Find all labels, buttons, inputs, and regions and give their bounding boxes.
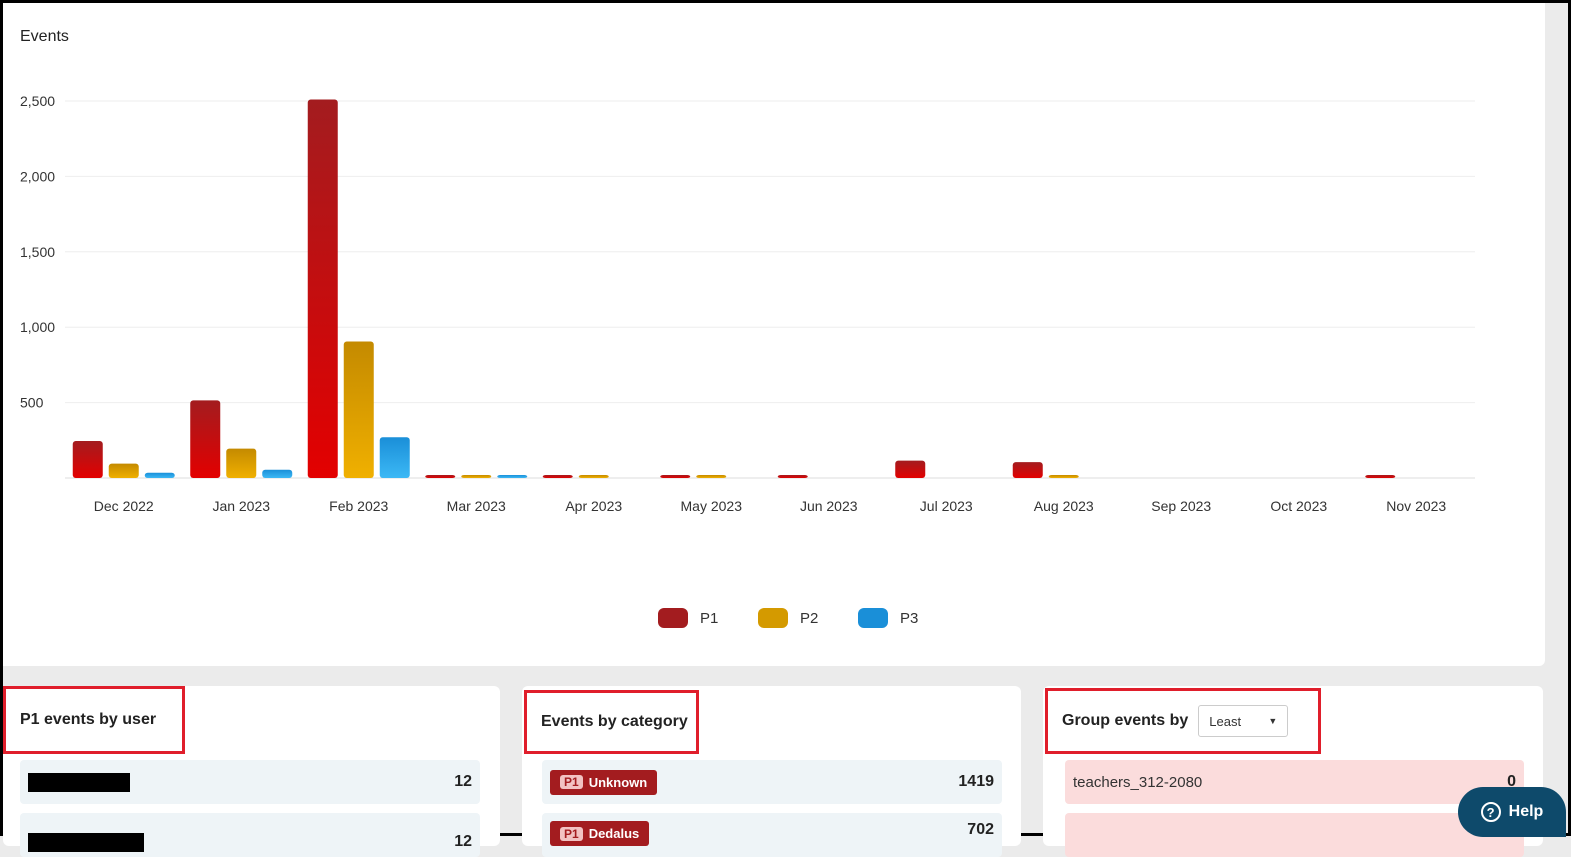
y-tick-label: 1,000: [20, 319, 55, 335]
bar-p1: [307, 99, 338, 478]
user-event-count: 12: [454, 773, 472, 790]
events-by-category-card: Events by category P1 Unknown 1419 P1 De…: [522, 686, 1021, 857]
bar-p2: [108, 463, 139, 478]
x-tick-label: Feb 2023: [329, 498, 388, 514]
events-bar-chart: 500 1,000 1,500 2,000 2,500 Dec 2022 Jan 2023 F…: [20, 93, 1475, 628]
bar-p2: [1048, 475, 1079, 478]
x-tick-label: Aug 2023: [1034, 498, 1094, 514]
x-tick-label: Apr 2023: [565, 498, 622, 514]
p1-events-by-user-card: P1 events by user 12 12: [3, 686, 500, 857]
bar-p2: [578, 475, 609, 478]
redacted-username: [28, 832, 144, 852]
bar-p1: [895, 460, 926, 478]
category-label: Dedalus: [588, 826, 640, 841]
list-item[interactable]: teachers_312-2080 0: [1065, 760, 1524, 804]
bar-p3: [262, 469, 293, 478]
x-tick-label: Dec 2022: [94, 498, 154, 514]
bar-p1: [542, 475, 573, 478]
x-tick-label: Jan 2023: [212, 498, 270, 514]
bar-p2: [226, 448, 257, 478]
legend-swatch-p3: [858, 608, 888, 628]
legend-swatch-p1: [658, 608, 688, 628]
priority-tag: P1: [560, 775, 583, 789]
legend-label-p2: P2: [800, 610, 818, 627]
list-item[interactable]: 12: [20, 813, 480, 857]
category-count: 1419: [958, 773, 994, 790]
group-events-label: Group events by: [1062, 712, 1189, 729]
x-tick-label: Nov 2023: [1386, 498, 1446, 514]
bar-p2: [343, 341, 374, 478]
group-label: teachers_312-2080: [1073, 773, 1203, 791]
bar-p3: [144, 472, 175, 478]
x-tick-label: Jul 2023: [920, 498, 973, 514]
y-tick-label: 2,000: [20, 168, 55, 184]
bar-p3: [379, 437, 410, 478]
bar-p1: [660, 475, 691, 478]
list-item[interactable]: [1065, 813, 1524, 857]
x-tick-label: Jun 2023: [800, 498, 858, 514]
bar-p3: [497, 475, 528, 478]
category-count: 702: [967, 821, 994, 838]
x-tick-label: Mar 2023: [447, 498, 506, 514]
help-button[interactable]: ? Help: [1458, 787, 1566, 837]
legend-swatch-p2: [758, 608, 788, 628]
bar-p1: [425, 475, 456, 478]
help-label: Help: [1508, 803, 1544, 820]
bar-p1: [1365, 475, 1396, 478]
list-item[interactable]: 12: [20, 760, 480, 804]
card-title-p1-events-by-user: P1 events by user: [3, 686, 185, 754]
card-title-events-by-category: Events by category: [524, 690, 699, 754]
list-item[interactable]: P1 Unknown 1419: [542, 760, 1002, 804]
bar-p1: [1012, 462, 1043, 478]
category-label: Unknown: [588, 774, 648, 790]
legend-label-p3: P3: [900, 610, 918, 627]
question-icon: ?: [1480, 802, 1501, 822]
x-tick-label: Oct 2023: [1270, 498, 1327, 514]
legend-label-p1: P1: [700, 610, 718, 627]
x-tick-label: Sep 2023: [1151, 498, 1211, 514]
bar-p1: [190, 400, 221, 478]
redacted-username: [28, 772, 130, 792]
caret-down-icon: ▼: [1268, 716, 1278, 726]
category-badge: P1 Dedalus: [550, 821, 650, 846]
card-title-group-events: Group events by Least ▼: [1045, 688, 1321, 754]
list-item[interactable]: P1 Dedalus 702: [542, 813, 1002, 857]
y-tick-label: 2,500: [20, 93, 55, 109]
group-by-select[interactable]: Least ▼: [1198, 705, 1289, 737]
category-badge: P1 Unknown: [550, 769, 658, 795]
y-tick-label: 500: [20, 395, 44, 411]
group-by-value: Least: [1209, 713, 1242, 729]
priority-tag: P1: [560, 826, 583, 841]
bar-p1: [72, 441, 103, 478]
bar-p2: [461, 474, 492, 478]
y-tick-label: 1,500: [20, 244, 55, 260]
events-chart-card: Events 500 1,000 1,500 2,000 2,500 Dec 2022 Ja…: [3, 3, 1545, 666]
bar-p1: [777, 475, 808, 478]
bar-p2: [696, 475, 727, 478]
x-tick-label: May 2023: [681, 498, 743, 514]
